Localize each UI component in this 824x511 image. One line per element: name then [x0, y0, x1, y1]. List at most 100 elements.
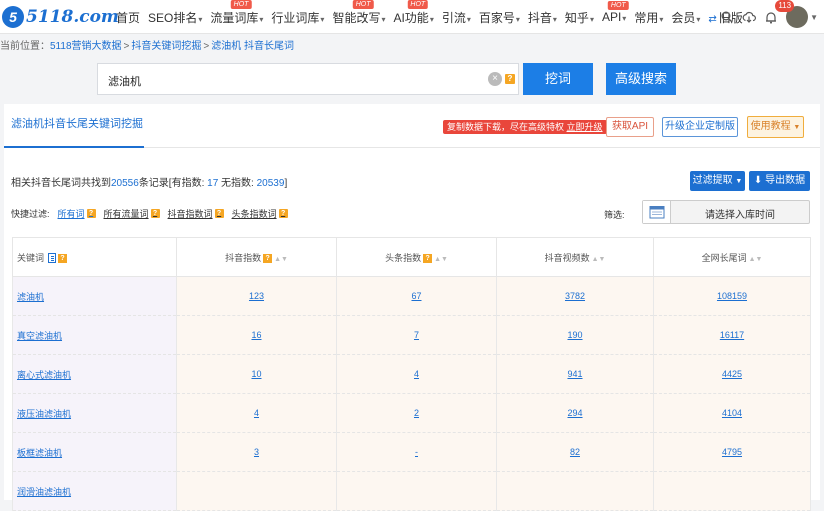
nav-item[interactable]: SEO排名▾ [148, 9, 202, 26]
metric-link[interactable]: 16117 [720, 330, 744, 340]
site-logo[interactable]: 5 5118.com [2, 5, 119, 29]
nav-item-label: 引流 [441, 10, 466, 25]
sort-icon[interactable]: ▲▼ [592, 256, 606, 263]
upgrade-promo[interactable]: 复制数据下载，尽在高级特权 立即升级 [443, 120, 607, 134]
metric-link[interactable]: 4104 [722, 408, 742, 418]
filter-extract-button[interactable]: 过滤提取 ▼ [690, 171, 745, 191]
dig-button[interactable]: 挖词 [523, 63, 593, 95]
keyword-link[interactable]: 离心式滤油机 [17, 370, 71, 380]
date-filter-label: 筛选: [604, 210, 625, 220]
help-icon[interactable]: ? [58, 253, 68, 263]
keyword-cell: 润滑油滤油机 [12, 471, 177, 511]
help-icon[interactable]: ? [214, 209, 224, 218]
metric-link[interactable]: 941 [567, 369, 582, 379]
upgrade-link[interactable]: 立即升级 [567, 122, 603, 132]
metric-cell: - [336, 432, 497, 472]
help-icon[interactable]: ? [505, 74, 515, 84]
quick-filter-douyin-index[interactable]: 抖音指数词? [168, 207, 224, 220]
sort-icon[interactable]: ▲▼ [274, 256, 288, 263]
metric-cell: 16117 [653, 315, 811, 355]
user-avatar[interactable]: 113 [775, 0, 809, 28]
calendar-icon [643, 201, 671, 223]
metric-link[interactable]: 16 [251, 330, 261, 340]
nav-item[interactable]: 百家号▾ [479, 9, 520, 26]
metric-link[interactable]: 123 [249, 291, 264, 301]
metric-link[interactable]: 82 [570, 447, 580, 457]
nav-item[interactable]: AI功能▾ HOT [393, 0, 434, 26]
metric-link[interactable]: - [415, 447, 418, 457]
sort-icon[interactable]: ▲▼ [434, 256, 448, 263]
nav-item[interactable]: 首页 [116, 9, 140, 26]
bell-icon[interactable] [764, 10, 778, 24]
help-icon[interactable]: ? [263, 253, 273, 263]
metric-link[interactable]: 10 [251, 369, 261, 379]
metric-link[interactable]: 108159 [717, 291, 747, 301]
tutorial-button[interactable]: 使用教程 ▼ [747, 116, 804, 138]
chevron-down-icon[interactable]: ▼ [810, 13, 818, 22]
help-icon[interactable]: ? [150, 209, 160, 218]
date-picker[interactable]: 请选择入库时间 [642, 200, 810, 224]
nav-item[interactable]: 智能改写▾ HOT [332, 0, 385, 26]
nav-item[interactable]: 行业词库▾ [271, 9, 324, 26]
keyword-cell: 滤油机 [12, 276, 177, 316]
breadcrumb-item-douyin[interactable]: 抖音关键词挖掘 [131, 41, 201, 52]
top-navbar: 5 5118.com 首页 SEO排名▾ 流量词库▾ HOT 行业词库▾ 智能改写▾ HOT… [0, 0, 824, 34]
nav-item[interactable]: API▾ HOT [601, 1, 629, 24]
keyword-link[interactable]: 液压油滤油机 [17, 409, 71, 419]
search-icon[interactable] [720, 10, 734, 24]
col-douyin-videos[interactable]: 抖音视频数 ▲▼ [496, 237, 654, 277]
total-count: 20556 [111, 178, 139, 189]
col-longtail[interactable]: 全网长尾词 ▲▼ [653, 237, 811, 277]
search-input[interactable]: 滤油机 × ? [97, 63, 519, 95]
breadcrumb-item-home[interactable]: 5118营销大数据 [50, 41, 122, 52]
quick-filter-all[interactable]: 所有词? [58, 207, 96, 220]
tab-longtail-keywords[interactable]: 滤油机抖音长尾关键词挖掘 [11, 115, 143, 131]
keyword-link[interactable]: 滤油机 [17, 292, 44, 302]
advanced-search-button[interactable]: 高级搜索 [606, 63, 676, 95]
nav-item[interactable]: 抖音▾ [528, 9, 557, 26]
metric-link[interactable]: 4 [254, 408, 259, 418]
cloud-download-icon[interactable] [742, 10, 757, 24]
help-icon[interactable]: ? [278, 209, 288, 218]
quick-filter-traffic-label: 所有流量词 [103, 209, 149, 219]
logo-mark: 5 [2, 6, 24, 28]
metric-cell: 3782 [496, 276, 654, 316]
col-toutiao-index[interactable]: 头条指数? ▲▼ [336, 237, 497, 277]
clear-icon[interactable]: × [488, 72, 502, 86]
enterprise-upgrade-button[interactable]: 升级企业定制版 [662, 117, 738, 137]
metric-link[interactable]: 67 [411, 291, 421, 301]
copy-icon[interactable] [48, 253, 57, 264]
keyword-link[interactable]: 真空滤油机 [17, 331, 62, 341]
metric-link[interactable]: 2 [414, 408, 419, 418]
logo-text: 5118.com [26, 7, 119, 27]
export-data-button[interactable]: ⬇ 导出数据 [749, 171, 810, 191]
breadcrumb-item-current[interactable]: 滤油机 抖音长尾词 [211, 41, 294, 52]
keyword-link[interactable]: 润滑油滤油机 [17, 487, 71, 497]
quick-filter-toutiao-index[interactable]: 头条指数词? [232, 207, 288, 220]
metric-link[interactable]: 3782 [565, 291, 585, 301]
nav-item[interactable]: 常用▾ [634, 9, 663, 26]
metric-cell: 4795 [653, 432, 811, 472]
get-api-button[interactable]: 获取API [606, 117, 654, 137]
metric-link[interactable]: 4425 [722, 369, 742, 379]
nav-item[interactable]: 知乎▾ [565, 9, 594, 26]
quick-filter-traffic[interactable]: 所有流量词? [104, 207, 160, 220]
metric-link[interactable]: 4795 [722, 447, 742, 457]
sort-icon[interactable]: ▲▼ [749, 256, 763, 263]
nav-item[interactable]: 会员▾ [671, 9, 700, 26]
keyword-link[interactable]: 板框滤油机 [17, 448, 62, 458]
metric-link[interactable]: 7 [414, 330, 419, 340]
col-longtail-label: 全网长尾词 [701, 252, 747, 263]
nav-item[interactable]: 引流▾ [442, 9, 471, 26]
nav-item-label: API [601, 10, 622, 24]
metric-link[interactable]: 294 [567, 408, 582, 418]
col-douyin-index[interactable]: 抖音指数? ▲▼ [176, 237, 337, 277]
help-icon[interactable]: ? [423, 253, 433, 263]
metric-link[interactable]: 4 [414, 369, 419, 379]
breadcrumb: 当前位置：5118营销大数据 > 抖音关键词挖掘 > 滤油机 抖音长尾词 [0, 37, 294, 52]
hot-badge: HOT [607, 1, 629, 10]
metric-link[interactable]: 3 [254, 447, 259, 457]
metric-link[interactable]: 190 [567, 330, 582, 340]
help-icon[interactable]: ? [86, 209, 96, 218]
nav-item[interactable]: 流量词库▾ HOT [210, 0, 263, 26]
